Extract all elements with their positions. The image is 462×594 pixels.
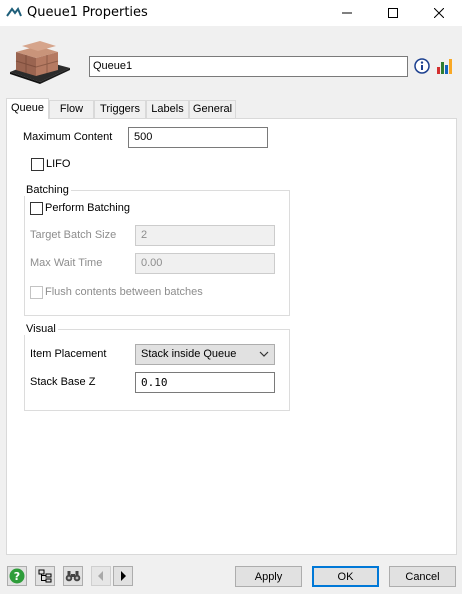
- close-button[interactable]: [416, 0, 462, 26]
- lifo-checkbox[interactable]: [31, 158, 44, 171]
- batching-group-label: Batching: [24, 184, 71, 196]
- app-icon: [6, 7, 22, 17]
- cancel-button[interactable]: Cancel: [389, 566, 456, 587]
- max-content-label: Maximum Content: [23, 131, 113, 143]
- max-wait-time-input[interactable]: 0.00: [135, 253, 275, 274]
- previous-icon: [98, 571, 103, 581]
- binoculars-icon: [65, 571, 81, 582]
- statistics-icon[interactable]: [436, 57, 454, 75]
- object-name-input[interactable]: Queue1: [89, 56, 408, 77]
- title-bar: Queue1 Properties: [0, 0, 462, 26]
- stack-base-z-label: Stack Base Z: [30, 376, 96, 388]
- tab-flow[interactable]: Flow: [49, 100, 94, 118]
- tab-label: Flow: [59, 103, 84, 115]
- tab-label: Queue: [10, 102, 45, 114]
- max-content-input[interactable]: 500: [128, 127, 268, 148]
- help-button[interactable]: ?: [7, 566, 27, 586]
- perform-batching-checkbox[interactable]: [30, 202, 43, 215]
- find-button[interactable]: [63, 566, 83, 586]
- stack-base-z-input[interactable]: 0.10: [135, 372, 275, 393]
- tab-label: Triggers: [100, 103, 140, 115]
- target-batch-size-input[interactable]: 2: [135, 225, 275, 246]
- visual-group-label: Visual: [24, 323, 58, 335]
- tree-icon: [38, 569, 52, 583]
- tab-label: General: [192, 103, 233, 115]
- visual-group: [24, 329, 290, 411]
- help-icon: ?: [9, 568, 25, 584]
- queue-object-image: [10, 41, 70, 84]
- maximize-icon: [388, 8, 398, 18]
- minimize-icon: [342, 12, 352, 14]
- tree-button[interactable]: [35, 566, 55, 586]
- item-placement-value: Stack inside Queue: [141, 348, 237, 360]
- minimize-button[interactable]: [324, 0, 370, 26]
- tab-general[interactable]: General: [189, 100, 236, 118]
- info-icon[interactable]: [414, 58, 430, 74]
- chevron-down-icon: [259, 351, 269, 357]
- perform-batching-label: Perform Batching: [45, 202, 130, 214]
- flush-contents-label: Flush contents between batches: [45, 286, 203, 298]
- close-icon: [434, 8, 444, 18]
- tab-label: Labels: [151, 103, 184, 115]
- tab-labels[interactable]: Labels: [146, 100, 189, 118]
- maximize-button[interactable]: [370, 0, 416, 26]
- flush-contents-checkbox[interactable]: [30, 286, 43, 299]
- ok-button[interactable]: OK: [312, 566, 379, 587]
- apply-button[interactable]: Apply: [235, 566, 302, 587]
- target-batch-size-label: Target Batch Size: [30, 229, 117, 241]
- item-placement-label: Item Placement: [30, 348, 107, 360]
- svg-text:?: ?: [14, 570, 20, 583]
- item-placement-select[interactable]: Stack inside Queue: [135, 344, 275, 365]
- tab-triggers[interactable]: Triggers: [94, 100, 146, 118]
- lifo-label: LIFO: [46, 158, 71, 170]
- window-title: Queue1 Properties: [27, 5, 148, 20]
- next-icon: [121, 571, 126, 581]
- next-button[interactable]: [113, 566, 133, 586]
- max-wait-time-label: Max Wait Time: [30, 257, 103, 269]
- previous-button[interactable]: [91, 566, 111, 586]
- tab-queue[interactable]: Queue: [6, 98, 49, 119]
